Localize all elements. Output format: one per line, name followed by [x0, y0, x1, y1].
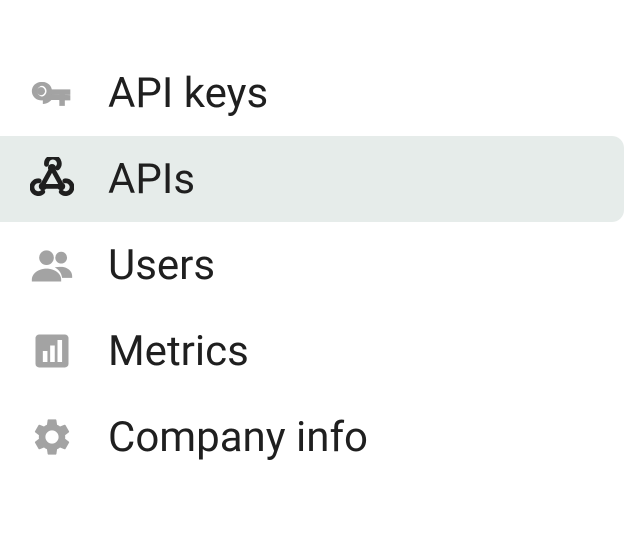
users-icon	[30, 240, 80, 290]
sidebar-item-metrics[interactable]: Metrics	[0, 308, 624, 394]
gear-icon	[30, 412, 80, 462]
webhook-icon	[30, 154, 80, 204]
sidebar-item-label: APIs	[108, 155, 195, 204]
sidebar-nav: API keys APIs	[0, 0, 632, 480]
sidebar-item-apis[interactable]: APIs	[0, 136, 624, 222]
sidebar-item-label: Company info	[108, 413, 368, 462]
chart-icon	[30, 326, 80, 376]
sidebar-item-api-keys[interactable]: API keys	[0, 50, 624, 136]
sidebar-item-label: Metrics	[108, 327, 249, 376]
sidebar-item-users[interactable]: Users	[0, 222, 624, 308]
sidebar-item-label: Users	[108, 241, 215, 290]
sidebar-item-label: API keys	[108, 69, 268, 118]
key-icon	[30, 68, 80, 118]
sidebar-item-company-info[interactable]: Company info	[0, 394, 624, 480]
